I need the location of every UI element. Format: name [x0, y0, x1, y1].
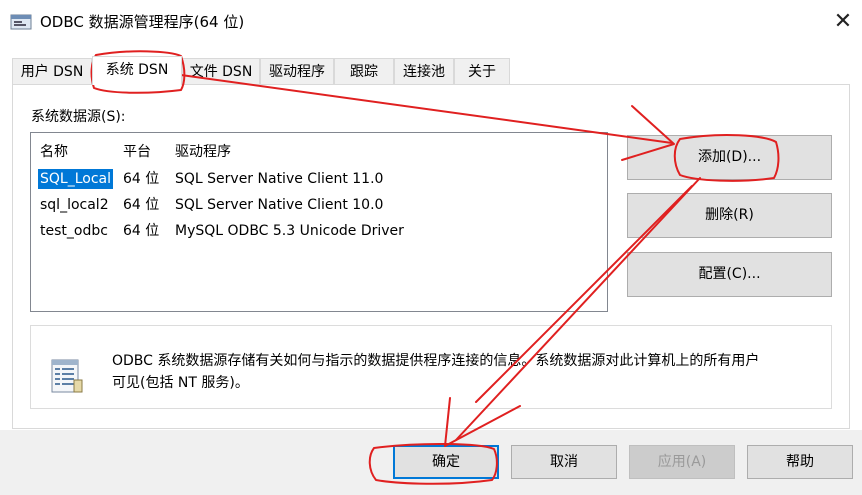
row-name: sql_local2 [40, 197, 109, 213]
tab-connection-pool[interactable]: 连接池 [394, 58, 454, 84]
tab-about[interactable]: 关于 [454, 58, 510, 84]
app-window-icon [10, 14, 32, 30]
column-header-driver[interactable]: 驱动程序 [175, 141, 231, 161]
tab-user-dsn[interactable]: 用户 DSN [12, 58, 92, 84]
configure-button[interactable]: 配置(C)... [627, 252, 832, 297]
title-bar: ODBC 数据源管理程序(64 位) ✕ [0, 0, 862, 44]
info-line-2: 可见(包括 NT 服务)。 [112, 375, 249, 391]
tab-file-dsn[interactable]: 文件 DSN [182, 58, 260, 84]
row-name: test_odbc [40, 223, 108, 239]
close-icon[interactable]: ✕ [826, 4, 860, 40]
system-ds-label: 系统数据源(S): [31, 109, 126, 125]
cancel-button[interactable]: 取消 [511, 445, 617, 479]
column-header-platform[interactable]: 平台 [123, 141, 151, 161]
apply-button: 应用(A) [629, 445, 735, 479]
info-text: ODBC 系统数据源存储有关如何与指示的数据提供程序连接的信息。系统数据源对此计… [112, 350, 820, 394]
window-title: ODBC 数据源管理程序(64 位) [40, 13, 245, 31]
column-header-name[interactable]: 名称 [40, 141, 68, 161]
add-button[interactable]: 添加(D)... [627, 135, 832, 180]
tab-system-dsn[interactable]: 系统 DSN [92, 56, 182, 85]
row-platform: 64 位 [123, 197, 160, 213]
row-name: SQL_Local [38, 169, 113, 189]
list-row-test-odbc[interactable]: test_odbc 64 位 MySQL ODBC 5.3 Unicode Dr… [31, 219, 607, 243]
help-button[interactable]: 帮助 [747, 445, 853, 479]
list-row-sql-local[interactable]: SQL_Local 64 位 SQL Server Native Client … [31, 167, 607, 191]
row-platform: 64 位 [123, 223, 160, 239]
remove-button[interactable]: 删除(R) [627, 193, 832, 238]
row-driver: MySQL ODBC 5.3 Unicode Driver [175, 223, 404, 239]
row-driver: SQL Server Native Client 10.0 [175, 197, 384, 213]
row-driver: SQL Server Native Client 11.0 [175, 171, 384, 187]
ok-button[interactable]: 确定 [393, 445, 499, 479]
tab-strip: 用户 DSN 系统 DSN 文件 DSN 驱动程序 跟踪 连接池 关于 [12, 56, 852, 85]
tab-drivers[interactable]: 驱动程序 [260, 58, 334, 84]
system-ds-list[interactable]: 名称 平台 驱动程序 SQL_Local 64 位 SQL Server Nat… [30, 132, 608, 312]
data-sources-info-icon [51, 359, 83, 393]
tab-tracing[interactable]: 跟踪 [334, 58, 394, 84]
list-row-sql-local2[interactable]: sql_local2 64 位 SQL Server Native Client… [31, 193, 607, 217]
row-platform: 64 位 [123, 171, 160, 187]
info-line-1: ODBC 系统数据源存储有关如何与指示的数据提供程序连接的信息。系统数据源对此计… [112, 353, 760, 369]
